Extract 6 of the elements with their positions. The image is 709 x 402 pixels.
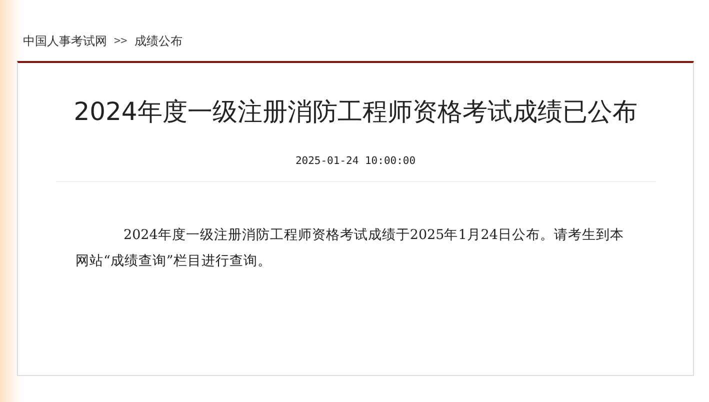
article-title: 2024年度一级注册消防工程师资格考试成绩已公布 bbox=[74, 96, 638, 128]
article-paragraph: 2024年度一级注册消防工程师资格考试成绩于2025年1月24日公布。请考生到本网站“成绩查询”栏目进行查询。 bbox=[76, 226, 625, 271]
publish-date: 2025-01-24 10:00:00 bbox=[295, 155, 416, 167]
breadcrumb-link[interactable]: 中国人事考试网 bbox=[23, 33, 107, 50]
breadcrumb-link[interactable]: 成绩公布 bbox=[134, 33, 182, 50]
breadcrumb-separator: >> bbox=[114, 33, 128, 47]
